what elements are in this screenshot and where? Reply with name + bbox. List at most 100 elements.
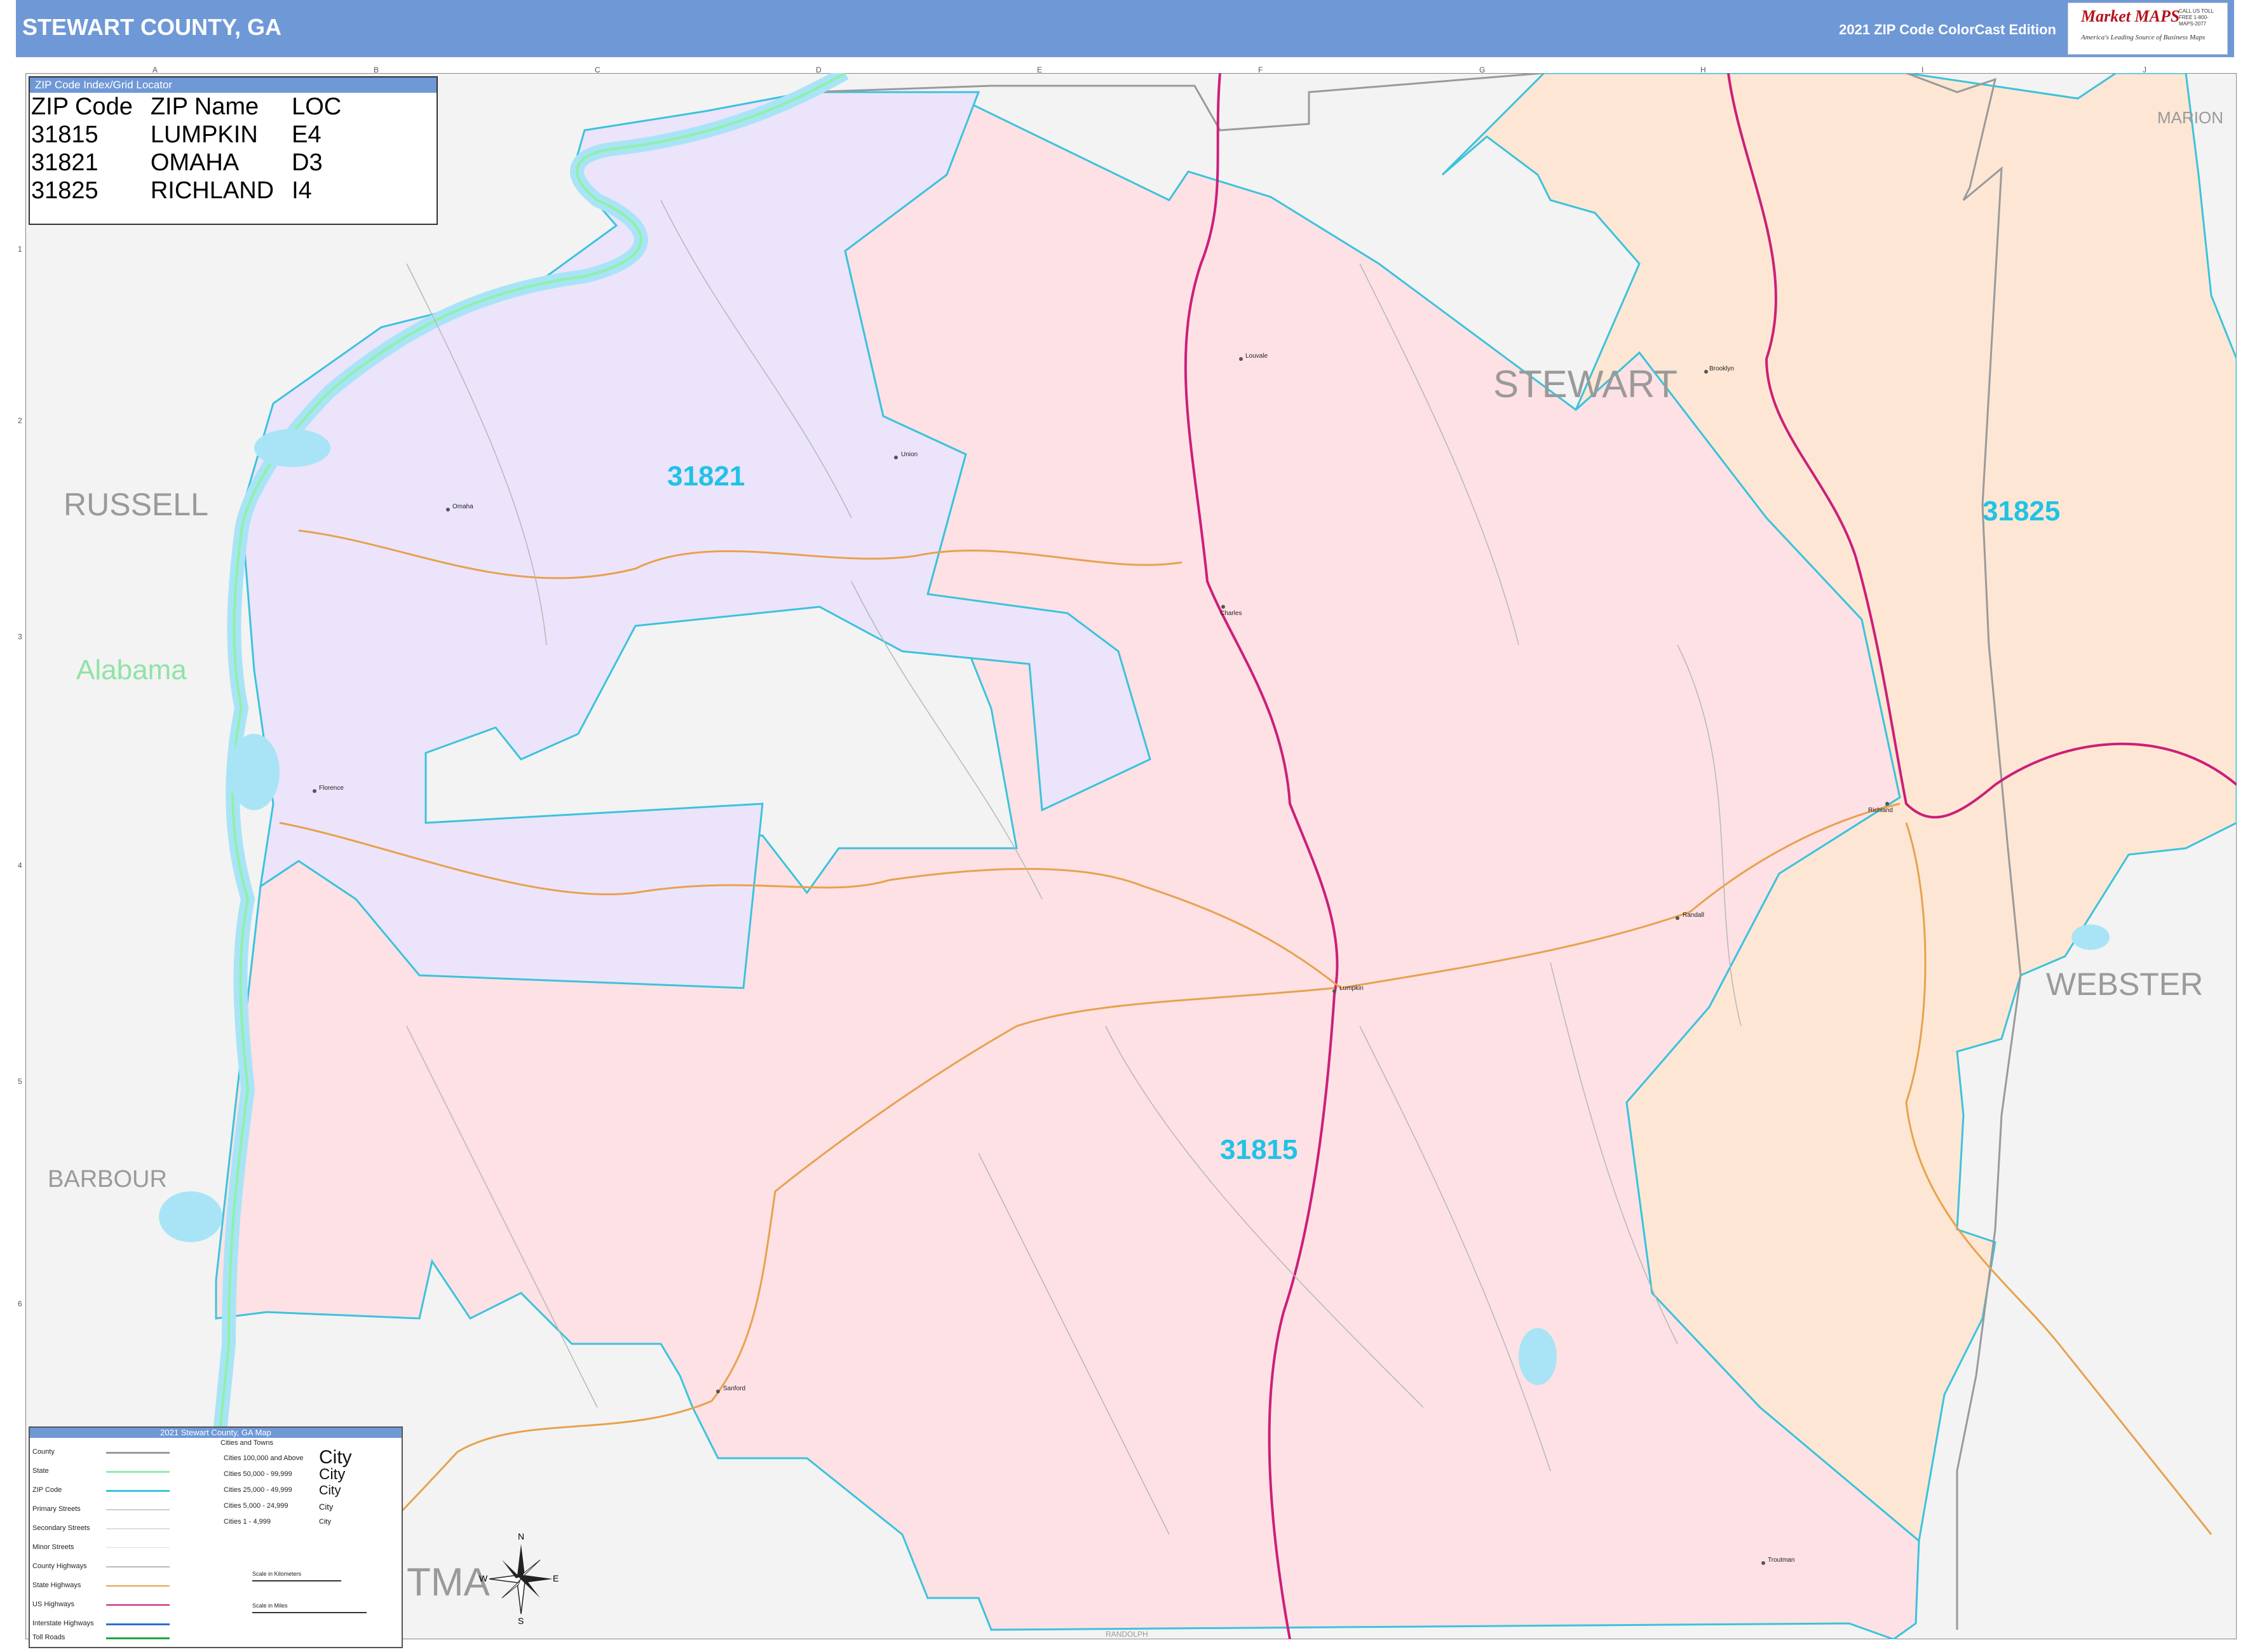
- town-richland: Richland: [1868, 807, 1893, 814]
- logo-brand: Market MAPS: [2081, 7, 2180, 25]
- legend-us-hwy-line: [106, 1604, 170, 1606]
- legend-scale-km: Scale in Kilometers: [252, 1571, 302, 1577]
- zip-loc-cell: E4: [292, 121, 322, 148]
- legend-zip: ZIP Code: [32, 1486, 62, 1494]
- legend-state-line: [106, 1471, 170, 1473]
- lake-1: [254, 429, 330, 467]
- zip-index-row[interactable]: 31821 OMAHA D3: [31, 149, 359, 177]
- legend-minor-line: [106, 1547, 170, 1548]
- legend-city-sample-4: City: [319, 1502, 334, 1512]
- town-randall: Randall: [1683, 912, 1704, 919]
- map-header: STEWART COUNTY, GA 2021 ZIP Code ColorCa…: [16, 0, 2234, 57]
- zip-index-table: ZIP Code ZIP Name LOC 31815 LUMPKIN E4 3…: [31, 93, 359, 205]
- grid-col-f: F: [1258, 65, 1263, 74]
- grid-col-e: E: [1037, 65, 1043, 74]
- town-charles: Charles: [1220, 610, 1242, 617]
- zip-index-col-zip: ZIP Code: [31, 93, 133, 120]
- town-troutman: Troutman: [1768, 1557, 1795, 1564]
- town-brooklyn: Brooklyn: [1709, 365, 1734, 372]
- grid-row-2: 2: [18, 416, 22, 425]
- grid-col-j: J: [2143, 65, 2146, 74]
- legend-interstate: Interstate Highways: [32, 1620, 94, 1627]
- zip-loc-cell: D3: [292, 149, 323, 176]
- map-canvas[interactable]: [25, 73, 2237, 1639]
- legend-city-tier-1: Cities 100,000 and Above: [224, 1454, 304, 1462]
- lake-5: [2071, 924, 2110, 950]
- legend-zip-line: [106, 1490, 170, 1492]
- county-label-quitman: TMA: [407, 1561, 490, 1604]
- county-label-barbour: BARBOUR: [48, 1166, 167, 1193]
- grid-row-1: 1: [18, 245, 22, 254]
- grid-col-b: B: [374, 65, 379, 74]
- zip-name-cell: RICHLAND: [150, 177, 274, 204]
- legend-city-tier-5: Cities 1 - 4,999: [224, 1518, 271, 1526]
- zip-name-cell: LUMPKIN: [150, 121, 258, 148]
- zip-index-row[interactable]: 31815 LUMPKIN E4: [31, 121, 359, 149]
- logo-tagline: America's Leading Source of Business Map…: [2081, 34, 2206, 41]
- grid-row-3: 3: [18, 632, 22, 641]
- legend-toll: Toll Roads: [32, 1634, 65, 1641]
- zip-index-box: ZIP Code Index/Grid Locator ZIP Code ZIP…: [29, 76, 438, 225]
- map-area[interactable]: A B C D E F G H I J 1 2 3 4 5 6 STEWART …: [18, 65, 2237, 1639]
- county-label-randolph: RANDOLPH: [1106, 1630, 1148, 1639]
- zip-code-cell: 31815: [31, 121, 98, 148]
- legend-secondary-line: [106, 1528, 170, 1529]
- zip-index-title: ZIP Code Index/Grid Locator: [30, 78, 437, 93]
- grid-col-g: G: [1479, 65, 1486, 74]
- zip-index-header-row: ZIP Code ZIP Name LOC: [31, 93, 359, 121]
- legend-state: State: [32, 1467, 49, 1475]
- zip-code-cell: 31821: [31, 149, 98, 176]
- legend-city-sample-2: City: [319, 1466, 346, 1483]
- zip-index-row[interactable]: 31825 RICHLAND I4: [31, 177, 359, 205]
- legend-county: County: [32, 1448, 55, 1456]
- state-label-alabama: Alabama: [76, 654, 187, 686]
- map-legend: 2021 Stewart County, GA Map County State…: [29, 1426, 403, 1648]
- compass-w: W: [479, 1573, 488, 1583]
- town-lumpkin: Lumpkin: [1339, 985, 1364, 992]
- legend-state-hwy-line: [106, 1585, 170, 1587]
- grid-col-d: D: [816, 65, 822, 74]
- grid-col-c: C: [595, 65, 600, 74]
- county-label-russell: RUSSELL: [64, 487, 208, 522]
- legend-toll-line: [106, 1637, 170, 1639]
- grid-row-6: 6: [18, 1299, 22, 1308]
- compass-n: N: [518, 1531, 525, 1541]
- legend-primary-line: [106, 1509, 170, 1510]
- lake-3: [159, 1191, 222, 1242]
- grid-col-a: A: [152, 65, 158, 74]
- town-sanford: Sanford: [723, 1385, 746, 1392]
- legend-city-tier-4: Cities 5,000 - 24,999: [224, 1502, 288, 1510]
- legend-scale-mi: Scale in Miles: [252, 1602, 288, 1609]
- town-union: Union: [901, 451, 918, 458]
- zip-label-31815[interactable]: 31815: [1220, 1134, 1298, 1166]
- lake-4: [1519, 1328, 1557, 1385]
- legend-cities-title: Cities and Towns: [220, 1439, 273, 1447]
- legend-city-sample-1: City: [319, 1447, 352, 1468]
- legend-primary: Primary Streets: [32, 1505, 81, 1513]
- county-label-webster: WEBSTER: [2046, 966, 2204, 1002]
- legend-us-hwy: US Highways: [32, 1601, 75, 1608]
- legend-county-line: [106, 1452, 170, 1454]
- edition-label: 2021 ZIP Code ColorCast Edition: [1839, 22, 2056, 37]
- zip-label-31825[interactable]: 31825: [1982, 496, 2060, 527]
- zip-label-31821[interactable]: 31821: [667, 461, 745, 492]
- legend-scale-km-bar: [252, 1580, 341, 1581]
- compass-s: S: [518, 1616, 524, 1626]
- zip-loc-cell: I4: [292, 177, 312, 204]
- lake-2: [229, 734, 280, 810]
- zip-index-col-name: ZIP Name: [150, 93, 259, 120]
- legend-city-tier-3: Cities 25,000 - 49,999: [224, 1486, 292, 1494]
- legend-county-hwy-line: [106, 1566, 170, 1567]
- grid-col-i: I: [1921, 65, 1924, 74]
- compass-icon: [489, 1544, 553, 1615]
- legend-scale-mi-bar: [252, 1612, 367, 1613]
- legend-city-sample-5: City: [319, 1518, 331, 1526]
- compass-rose: N S E W: [479, 1531, 559, 1627]
- zip-code-cell: 31825: [31, 177, 98, 204]
- town-louvale: Louvale: [1245, 353, 1268, 360]
- legend-city-sample-3: City: [319, 1484, 341, 1498]
- legend-interstate-line: [106, 1623, 170, 1625]
- town-florence: Florence: [319, 785, 344, 792]
- map-title: STEWART COUNTY, GA: [22, 14, 282, 40]
- market-maps-logo[interactable]: Market MAPS America's Leading Source of …: [2068, 3, 2228, 55]
